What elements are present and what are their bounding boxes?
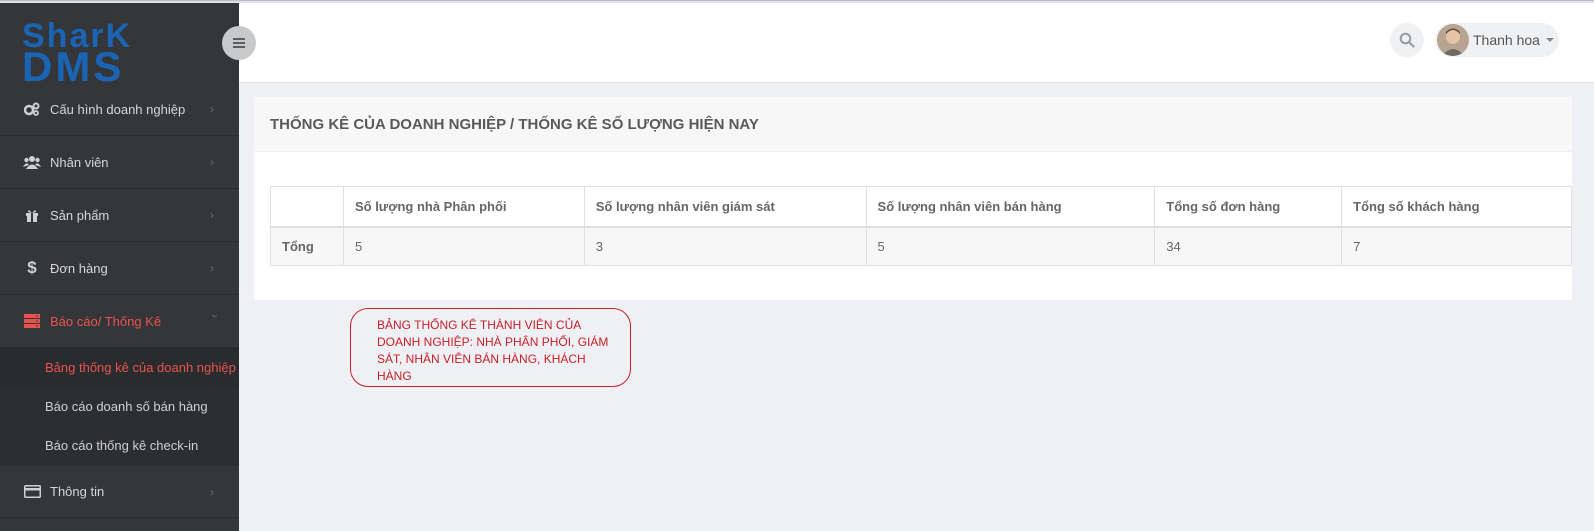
table-header-cell: Số lượng nhân viên bán hàng — [865, 186, 1156, 228]
sidebar-item-label: Báo cáo/ Thống Kê — [50, 313, 162, 329]
user-menu[interactable]: Thanh hoa — [1435, 23, 1559, 57]
submenu-item-label: Báo cáo thống kê check-in — [45, 438, 199, 453]
table-cell: 5 — [342, 226, 585, 266]
submenu-item-label: Báo cáo doanh số bán hàng — [45, 399, 208, 414]
sidebar-item-label: Nhân viên — [50, 154, 109, 170]
avatar — [1437, 24, 1469, 56]
submenu-item-label: Bảng thống kê của doanh nghiệp — [45, 360, 236, 375]
stats-table: Số lượng nhà Phân phối Số lượng nhân viê… — [270, 186, 1572, 266]
table-header-cell: Số lượng nhà Phân phối — [342, 186, 585, 228]
table-cell: 34 — [1154, 226, 1343, 266]
table-header-row: Số lượng nhà Phân phối Số lượng nhân viê… — [270, 186, 1572, 228]
sidebar-item-orders[interactable]: $ Đơn hàng › — [0, 242, 239, 295]
sidebar-nav: Cấu hình doanh nghiệp › Nhân viên › Sản … — [0, 83, 239, 518]
search-button[interactable] — [1390, 23, 1424, 57]
submenu-item-sales-report[interactable]: Báo cáo doanh số bán hàng — [0, 387, 239, 426]
search-icon — [1399, 32, 1415, 48]
chevron-right-icon: › — [210, 261, 214, 275]
dollar-icon: $ — [27, 258, 37, 277]
table-cell: 7 — [1341, 226, 1572, 266]
gift-icon — [23, 207, 41, 223]
table-header-cell — [270, 186, 344, 228]
table-row: Tổng 5 3 5 34 7 — [270, 226, 1572, 266]
table-cell: Tổng — [270, 226, 344, 266]
table-cell: 3 — [583, 226, 867, 266]
chevron-right-icon: › — [210, 102, 214, 116]
chevron-right-icon: › — [210, 485, 214, 499]
chevron-right-icon: › — [210, 155, 214, 169]
table-cell: 5 — [865, 226, 1156, 266]
menu-toggle-button[interactable] — [222, 26, 256, 60]
submenu-item-enterprise-stats[interactable]: Bảng thống kê của doanh nghiệp — [0, 348, 239, 387]
table-header-cell: Tổng số đơn hàng — [1154, 186, 1343, 228]
chevron-right-icon: › — [210, 208, 214, 222]
gears-icon — [23, 101, 41, 117]
user-name: Thanh hoa — [1473, 32, 1540, 48]
sidebar: SharK DMS Cấu hình doanh nghiệp › Nhân v… — [0, 3, 256, 531]
reports-submenu: Bảng thống kê của doanh nghiệp Báo cáo d… — [0, 348, 239, 465]
table-header-cell: Số lượng nhân viên giám sát — [583, 186, 867, 228]
annotation-callout: BẢNG THỐNG KÊ THÀNH VIÊN CỦA DOANH NGHIỆ… — [350, 308, 631, 387]
users-icon — [23, 154, 41, 170]
sidebar-item-label: Thông tin — [50, 484, 105, 499]
sidebar-item-reports[interactable]: Báo cáo/ Thống Kê › — [0, 295, 239, 348]
top-header: Thanh hoa — [239, 3, 1594, 83]
sidebar-item-info[interactable]: Thông tin › — [0, 465, 239, 518]
sidebar-item-label: Cấu hình doanh nghiệp — [50, 101, 186, 117]
svg-text:DMS: DMS — [22, 43, 124, 82]
logo[interactable]: SharK DMS — [0, 3, 239, 82]
sidebar-item-label: Đơn hàng — [50, 260, 108, 276]
submenu-item-checkin-report[interactable]: Báo cáo thống kê check-in — [0, 426, 239, 465]
sidebar-item-staff[interactable]: Nhân viên › — [0, 136, 239, 189]
sidebar-item-products[interactable]: Sản phẩm › — [0, 189, 239, 242]
caret-down-icon — [1545, 38, 1554, 42]
hamburger-icon — [233, 37, 245, 49]
server-icon — [23, 313, 41, 329]
sidebar-item-config[interactable]: Cấu hình doanh nghiệp › — [0, 83, 239, 136]
sidebar-item-label: Sản phẩm — [50, 207, 110, 223]
chevron-down-icon: › — [208, 314, 222, 318]
credit-card-icon — [23, 484, 41, 500]
page-title: THỐNG KÊ CỦA DOANH NGHIỆP / THỐNG KÊ SỐ … — [270, 115, 759, 133]
shark-dms-logo: SharK DMS — [22, 17, 130, 82]
panel-header: THỐNG KÊ CỦA DOANH NGHIỆP / THỐNG KÊ SỐ … — [254, 97, 1572, 152]
stats-panel: THỐNG KÊ CỦA DOANH NGHIỆP / THỐNG KÊ SỐ … — [254, 97, 1572, 300]
table-header-cell: Tổng số khách hàng — [1341, 186, 1572, 228]
